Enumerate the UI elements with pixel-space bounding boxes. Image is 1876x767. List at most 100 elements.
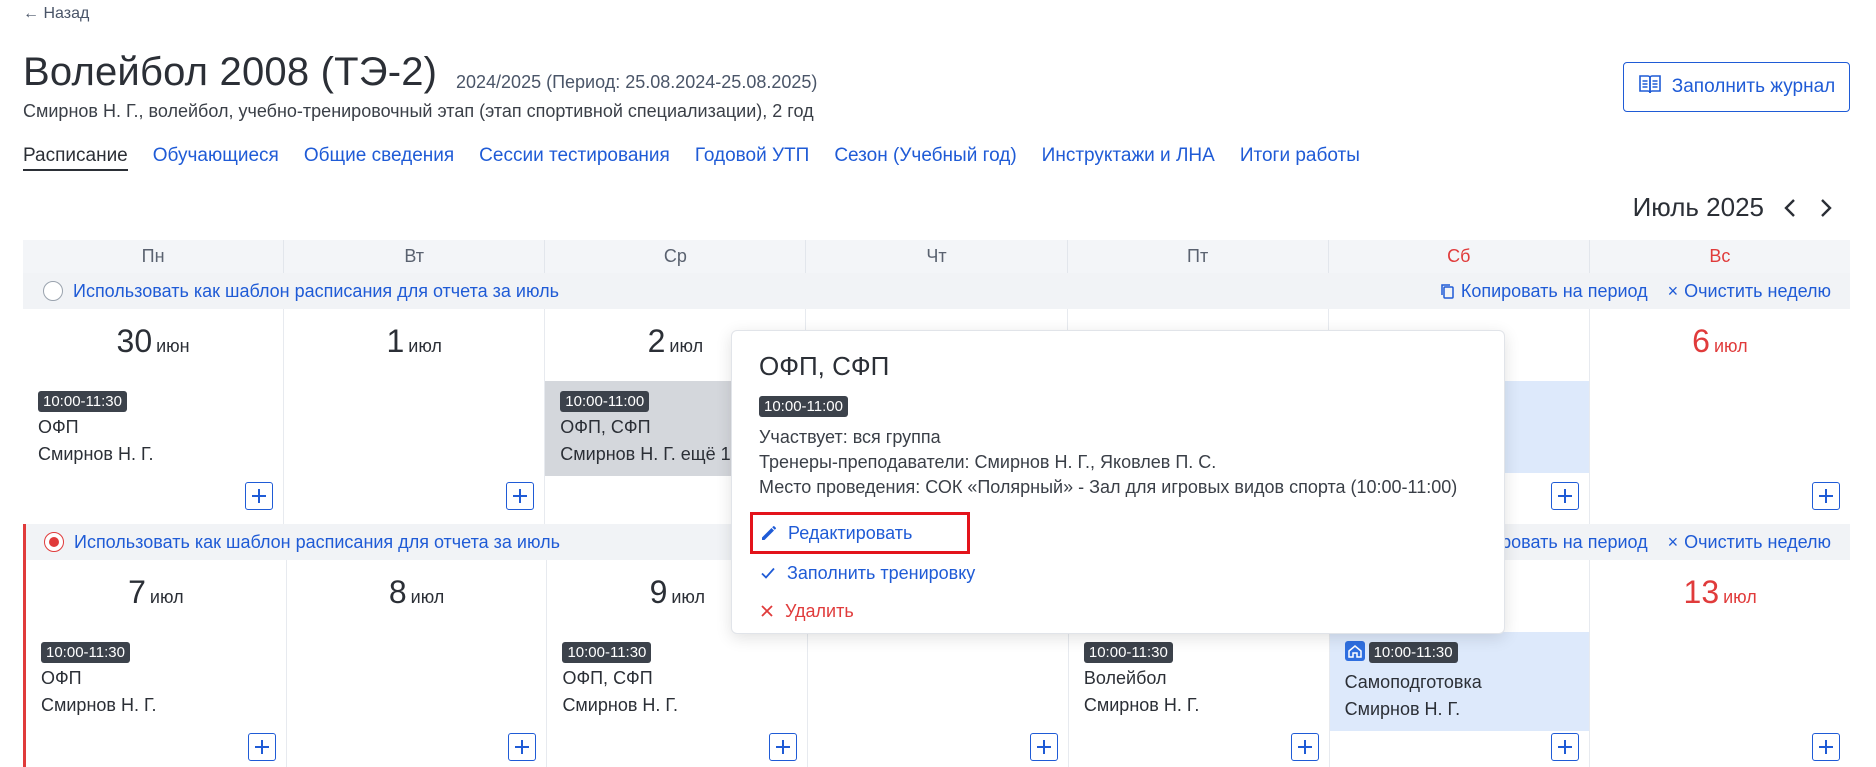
day-cell: 7 июл 10:00-11:30 ОФП Смирнов Н. Г. — [26, 560, 287, 767]
day-date: 30 июн — [116, 323, 190, 359]
add-event-button[interactable] — [1550, 482, 1579, 510]
prev-month-button[interactable] — [1780, 194, 1800, 222]
day-cell: 8 июл — [287, 560, 548, 767]
clear-week-button[interactable]: × Очистить неделю — [1668, 532, 1831, 553]
weekday-label: Чт — [806, 240, 1068, 273]
event-time: 10:00-11:30 — [1368, 642, 1458, 663]
fill-training-button[interactable]: Заполнить тренировку — [759, 554, 1477, 592]
plus-icon — [1297, 740, 1312, 754]
week-actions: Копировать на период × Очистить неделю — [1440, 281, 1831, 302]
tab-general-info[interactable]: Общие сведения — [304, 145, 454, 171]
plus-icon — [254, 740, 269, 754]
delete-button[interactable]: Удалить — [759, 592, 1477, 630]
page-title: Волейбол 2008 (ТЭ-2) — [23, 50, 438, 94]
event-title: ОФП, СФП — [562, 668, 653, 688]
add-event-button[interactable] — [1551, 733, 1580, 761]
tab-season[interactable]: Сезон (Учебный год) — [834, 145, 1016, 171]
event-title: Волейбол — [1083, 668, 1167, 688]
weekday-label: Ср — [545, 240, 807, 273]
day-date: 6 июл — [1692, 323, 1748, 359]
radio-selected-icon — [44, 532, 64, 552]
add-event-button[interactable] — [1812, 733, 1841, 761]
weekday-label: Сб — [1329, 240, 1590, 273]
month-navigation: Июль 2025 — [1633, 192, 1836, 223]
weekday-header: Пн Вт Ср Чт Пт Сб Вс — [23, 240, 1850, 273]
popover-actions: Редактировать Заполнить тренировку Удали… — [750, 512, 1477, 630]
next-month-button[interactable] — [1816, 194, 1836, 222]
event-title: ОФП — [41, 668, 82, 688]
event-popover: ОФП, СФП 10:00-11:00 Участвует: вся груп… — [731, 330, 1505, 634]
popover-location: Место проведения: СОК «Полярный» - Зал д… — [759, 477, 1458, 497]
event-title: ОФП — [38, 417, 79, 437]
back-link[interactable]: ← Назад — [23, 5, 89, 23]
check-icon — [761, 567, 775, 579]
group-subtitle: Смирнов Н. Г., волейбол, учебно-трениров… — [23, 101, 814, 121]
add-event-button[interactable] — [1811, 482, 1840, 510]
popover-time: 10:00-11:00 — [759, 396, 848, 417]
tab-results[interactable]: Итоги работы — [1240, 145, 1360, 171]
event-title: Самоподготовка — [1344, 672, 1482, 692]
plus-icon — [1036, 740, 1051, 754]
add-event-button[interactable] — [1029, 733, 1058, 761]
template-label: Использовать как шаблон расписания для о… — [73, 280, 559, 301]
delete-label: Удалить — [785, 600, 854, 621]
plus-icon — [515, 740, 530, 754]
add-event-button[interactable] — [247, 733, 276, 761]
weekday-label: Вс — [1709, 246, 1731, 266]
journal-icon — [1638, 73, 1662, 101]
event-time: 10:00-11:30 — [41, 642, 130, 663]
chevron-right-icon — [1821, 198, 1832, 217]
template-label: Использовать как шаблон расписания для о… — [74, 531, 560, 552]
plus-icon — [513, 489, 528, 503]
event-trainer: Смирнов Н. Г. — [1083, 695, 1200, 715]
close-icon: × — [1667, 531, 1679, 552]
schedule-event[interactable]: 10:00-11:30 Самоподготовка Смирнов Н. Г. — [1329, 632, 1590, 731]
schedule-event[interactable]: 10:00-11:30 ОФП Смирнов Н. Г. — [26, 632, 286, 727]
copy-period-button[interactable]: Копировать на период — [1440, 281, 1648, 302]
clear-week-button[interactable]: × Очистить неделю — [1668, 281, 1831, 302]
plus-icon — [1819, 740, 1834, 754]
plus-icon — [1818, 489, 1833, 503]
add-event-button[interactable] — [506, 482, 535, 510]
template-radio[interactable]: Использовать как шаблон расписания для о… — [43, 281, 559, 302]
clear-week-label: Очистить неделю — [1684, 280, 1831, 301]
radio-circle-icon — [43, 281, 63, 301]
weekday-label: Вт — [284, 240, 546, 273]
popover-participants: Участвует: вся группа — [759, 427, 941, 447]
tab-students[interactable]: Обучающиеся — [153, 145, 279, 171]
close-icon — [761, 605, 773, 617]
schedule-event[interactable]: 10:00-11:30 ОФП Смирнов Н. Г. — [23, 381, 283, 476]
popover-trainers: Тренеры-преподаватели: Смирнов Н. Г., Як… — [759, 452, 1217, 472]
tab-annual-plan[interactable]: Годовой УТП — [695, 145, 810, 171]
back-label: Назад — [43, 5, 90, 22]
template-radio[interactable]: Использовать как шаблон расписания для о… — [44, 532, 560, 553]
plus-icon — [252, 489, 267, 503]
edit-button[interactable]: Редактировать — [750, 512, 970, 554]
copy-period-label: Копировать на период — [1460, 280, 1648, 301]
period-info: 2024/2025 (Период: 25.08.2024-25.08.2025… — [456, 72, 818, 92]
popover-title: ОФП, СФП — [759, 351, 890, 381]
add-event-button[interactable] — [245, 482, 274, 510]
schedule-event[interactable]: 10:00-11:30 ОФП, СФП Смирнов Н. Г. — [547, 632, 807, 727]
clear-week-label: Очистить неделю — [1684, 531, 1831, 552]
month-label: Июль 2025 — [1632, 192, 1764, 222]
event-trainer: Смирнов Н. Г. — [38, 444, 154, 464]
tab-schedule[interactable]: Расписание — [23, 145, 128, 171]
day-date: 8 июл — [388, 574, 445, 610]
schedule-event[interactable]: 10:00-11:30 Волейбол Смирнов Н. Г. — [1069, 632, 1329, 727]
fill-journal-button[interactable]: Заполнить журнал — [1623, 62, 1850, 112]
event-trainer: Смирнов Н. Г. — [1344, 699, 1461, 719]
day-cell: 30 июн 10:00-11:30 ОФП Смирнов Н. Г. — [23, 309, 285, 524]
add-event-button[interactable] — [508, 733, 537, 761]
day-cell: 6 июл — [1590, 309, 1850, 524]
copy-icon — [1441, 283, 1454, 299]
tab-testing-sessions[interactable]: Сессии тестирования — [479, 145, 670, 171]
add-event-button[interactable] — [1290, 733, 1319, 761]
plus-icon — [1557, 489, 1572, 503]
tab-briefings[interactable]: Инструктажи и ЛНА — [1042, 145, 1215, 171]
add-event-button[interactable] — [769, 733, 798, 761]
event-trainer: Смирнов Н. Г. — [41, 695, 157, 715]
event-time: 10:00-11:30 — [1083, 642, 1173, 663]
edit-label: Редактировать — [788, 522, 913, 543]
weekday-label: Пн — [23, 240, 285, 273]
